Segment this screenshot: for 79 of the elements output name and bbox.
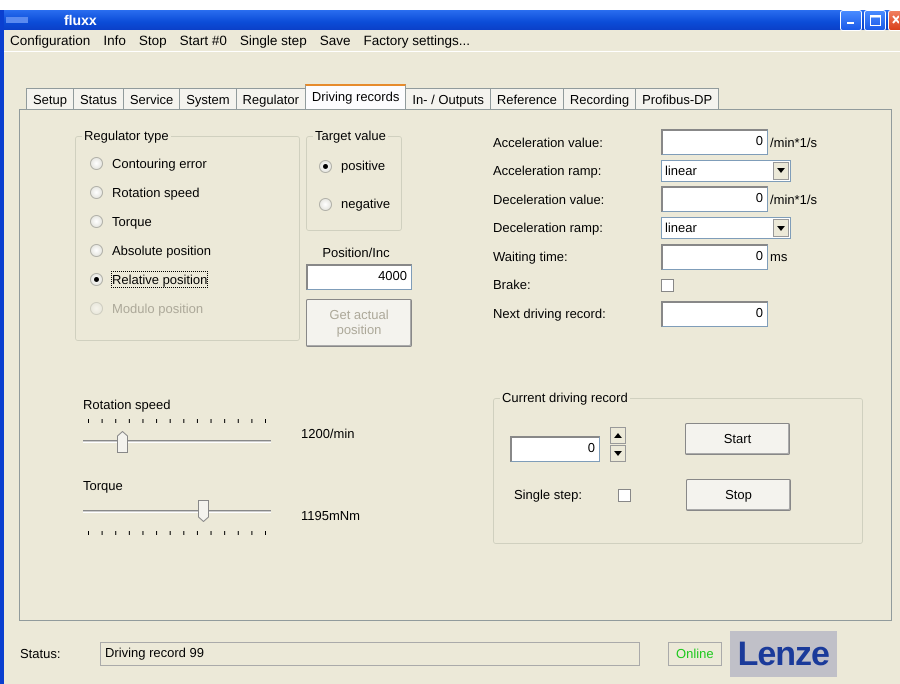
field-label: Brake: <box>493 277 532 294</box>
input-field[interactable]: 0 <box>661 244 768 270</box>
radio-label[interactable]: Absolute position <box>112 242 212 258</box>
dropdown-value: linear <box>665 163 697 179</box>
record-number-field[interactable]: 0 <box>510 436 600 462</box>
tab[interactable]: Profibus-DP <box>635 88 720 109</box>
connection-status: Online <box>668 642 722 666</box>
start-button[interactable]: Start <box>685 422 790 455</box>
menu-item[interactable]: Info <box>103 33 126 48</box>
slider-thumb[interactable] <box>198 500 210 522</box>
field-label: Waiting time: <box>493 248 569 264</box>
tab[interactable]: Recording <box>562 88 636 109</box>
checkbox[interactable] <box>618 488 631 502</box>
window-title: fluxx <box>64 12 97 28</box>
radio-button[interactable] <box>319 198 332 210</box>
radio-label[interactable]: Contouring error <box>112 156 207 172</box>
dropdown-value: linear <box>665 220 697 236</box>
radio-label[interactable]: negative <box>341 196 390 212</box>
stop-button[interactable]: Stop <box>686 479 791 512</box>
dropdown[interactable]: linear <box>661 217 791 240</box>
tab[interactable]: Driving records <box>304 84 406 109</box>
radio-button[interactable] <box>90 186 103 199</box>
menu-item[interactable]: Single step <box>240 33 307 48</box>
tab[interactable]: In- / Outputs <box>405 88 491 109</box>
input-field[interactable]: 0 <box>661 300 768 327</box>
close-button[interactable] <box>888 10 900 30</box>
tab[interactable]: Service <box>122 88 180 109</box>
radio-button[interactable] <box>90 157 103 170</box>
tab[interactable]: System <box>179 88 237 109</box>
close-icon <box>890 15 898 25</box>
status-field: Driving record 99 <box>100 642 640 666</box>
maximize-button[interactable] <box>864 10 886 30</box>
unit-label: ms <box>770 248 788 264</box>
maximize-icon <box>870 14 880 26</box>
group-title: Current driving record <box>500 390 630 406</box>
app-icon <box>6 16 28 24</box>
menu-item[interactable]: Factory settings... <box>363 33 470 48</box>
position-label: Position/Inc <box>321 245 391 261</box>
field-label: Deceleration ramp: <box>493 220 604 236</box>
spin-up-icon[interactable] <box>610 427 626 444</box>
checkbox[interactable] <box>661 278 674 292</box>
menu-item[interactable]: Configuration <box>10 33 90 48</box>
radio-label[interactable]: positive <box>341 158 386 174</box>
single-step-label: Single step: <box>514 487 583 503</box>
tab[interactable]: Status <box>72 88 124 109</box>
field-label: Acceleration ramp: <box>493 163 602 179</box>
radio-label[interactable]: Relative position <box>112 272 208 288</box>
slider-reading: 1195mNm <box>301 508 360 524</box>
field-label: Deceleration value: <box>493 192 606 208</box>
menu-item[interactable]: Save <box>320 33 350 48</box>
slider-reading: 1200/min <box>301 426 354 442</box>
radio-button[interactable] <box>90 215 103 228</box>
radio-button[interactable] <box>319 160 332 172</box>
tab[interactable]: Regulator <box>236 88 306 109</box>
radio-button[interactable] <box>90 273 103 286</box>
position-field[interactable]: 4000 <box>306 264 412 290</box>
menu-item[interactable]: Stop <box>138 33 167 48</box>
unit-label: /min*1/s <box>770 192 817 208</box>
status-label: Status: <box>20 646 62 662</box>
dropdown[interactable]: linear <box>661 160 791 182</box>
unit-label: /min*1/s <box>770 134 817 150</box>
field-label: Acceleration value: <box>493 134 604 150</box>
logo: Lenze <box>730 631 837 677</box>
input-field[interactable]: 0 <box>661 129 768 156</box>
slider-label: Torque <box>83 478 124 494</box>
radio-button[interactable] <box>90 244 103 257</box>
menu-item[interactable]: Start #0 <box>180 33 227 48</box>
tab[interactable]: Reference <box>490 88 564 109</box>
minimize-button[interactable] <box>840 10 862 30</box>
radio-label[interactable]: Torque <box>112 214 152 230</box>
slider-label: Rotation speed <box>83 396 172 412</box>
group-title: Regulator type <box>82 128 171 144</box>
spin-down-icon[interactable] <box>610 445 626 462</box>
slider-thumb[interactable] <box>117 431 128 454</box>
tab[interactable]: Setup <box>26 88 74 109</box>
group-title: Target value <box>313 128 388 144</box>
field-label: Next driving record: <box>493 306 607 322</box>
radio-label[interactable]: Rotation speed <box>112 184 200 200</box>
input-field[interactable]: 0 <box>661 186 768 212</box>
